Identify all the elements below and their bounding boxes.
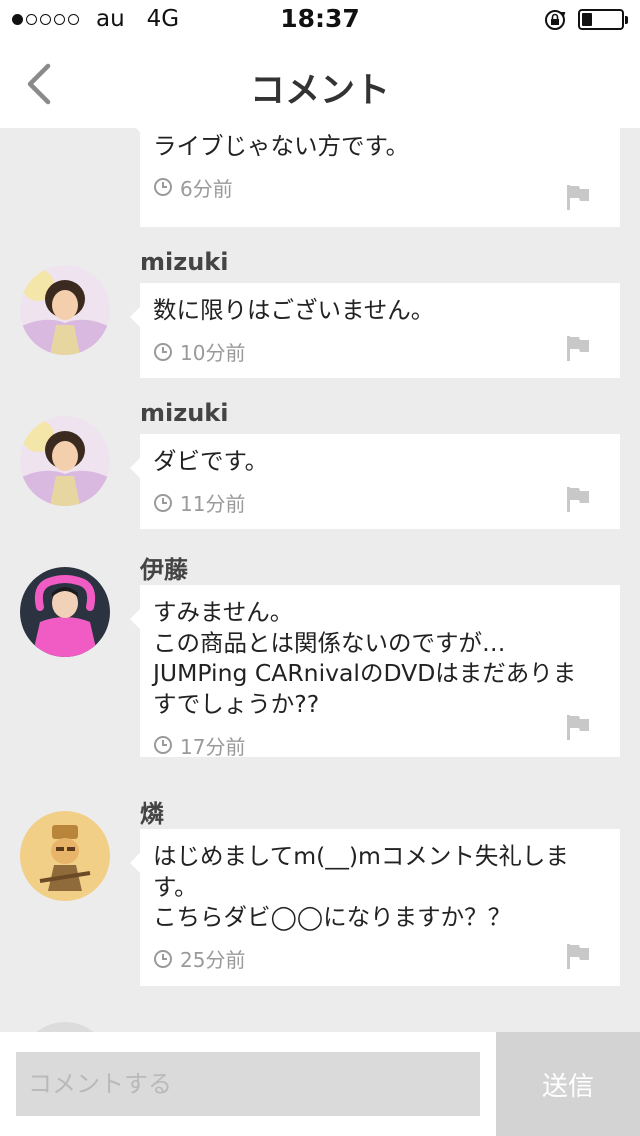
clock-icon (154, 736, 172, 754)
comment-bubble: 数に限りはございません。 10分前 (130, 283, 620, 378)
avatar[interactable] (20, 811, 110, 901)
comment-meta: 10分前 (153, 337, 607, 367)
comment-author: 燐 (140, 800, 164, 828)
comment-text: ダビです。 (153, 447, 269, 475)
avatar[interactable] (20, 416, 110, 506)
comment-time: 17分前 (180, 734, 246, 759)
user-photo-icon (20, 567, 110, 657)
comment-text: はじめましてm(__)mコメント失礼しま す。 こちらダビ◯◯になりますか？？ (153, 842, 569, 931)
comment-text: すみません。 この商品とは関係ないのですが… JUMPing CARnivalの… (153, 598, 577, 718)
comment-text: 数に限りはございません。 (153, 296, 435, 324)
comment-author: mizuki (140, 399, 229, 427)
comment-text: DVDだけを購入することは出来ますか？ ライブじゃない方です。 (153, 128, 581, 160)
avatar[interactable] (20, 567, 110, 657)
comment-meta: 6分前 (153, 172, 607, 202)
comment-input[interactable] (16, 1052, 480, 1116)
battery-icon (578, 9, 628, 30)
flag-icon[interactable] (566, 486, 590, 512)
comment-author: 伊藤 (140, 556, 188, 584)
comment-meta: 25分前 (153, 944, 607, 974)
comment-time: 25分前 (180, 948, 246, 972)
flag-icon[interactable] (566, 714, 590, 740)
page-title: コメント (249, 71, 390, 111)
comment-bubble: すみません。 この商品とは関係ないのですが… JUMPing CARnivalの… (130, 585, 620, 760)
user-photo-icon (20, 265, 110, 355)
comment-bubble: ダビです。 11分前 (130, 434, 620, 529)
comment-composer: 送信 (0, 1032, 640, 1136)
comment-meta: 11分前 (153, 488, 607, 518)
send-button[interactable]: 送信 (496, 1032, 640, 1136)
clock-icon (154, 178, 172, 196)
clock-icon (154, 342, 172, 361)
comment-bubble: DVDだけを購入することは出来ますか？ ライブじゃない方です。 6分前 (130, 128, 620, 227)
avatar (20, 1022, 110, 1032)
comment-author: mizuki (140, 248, 229, 276)
clock-icon (154, 493, 172, 512)
flag-icon[interactable] (566, 184, 590, 210)
user-photo-icon (20, 416, 110, 506)
comment-list[interactable]: DVDだけを購入することは出来ますか？ ライブじゃない方です。 6分前 mizu… (0, 128, 640, 1032)
avatar[interactable] (20, 265, 110, 355)
flag-icon[interactable] (566, 335, 590, 361)
flag-icon[interactable] (566, 943, 590, 969)
clock-icon (154, 949, 172, 968)
user-illustration-icon (20, 811, 110, 901)
comment-time: 6分前 (180, 176, 233, 201)
nav-bar: コメント (0, 40, 640, 128)
rotation-lock-icon (545, 10, 566, 30)
comment-time: 11分前 (180, 492, 246, 516)
comment-time: 10分前 (180, 341, 246, 365)
comment-bubble: はじめましてm(__)mコメント失礼しま す。 こちらダビ◯◯になりますか？？ … (130, 829, 620, 986)
comment-meta: 17分前 (153, 730, 607, 760)
status-bar: au 4G 18:37 (0, 0, 640, 40)
